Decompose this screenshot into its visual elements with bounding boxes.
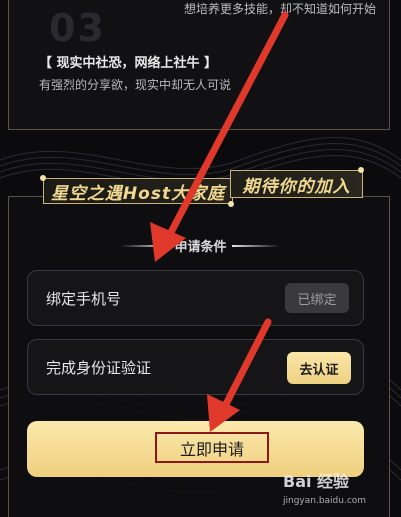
condition-label: 绑定手机号 — [46, 290, 122, 308]
watermark-text: Bai 经验 — [283, 472, 350, 491]
verify-button[interactable]: 去认证 — [287, 352, 351, 384]
feature-card: 03 想培养更多技能，却不知道如何开始 【 现实中社恐，网络上社牛 】 有强烈的… — [8, 0, 390, 130]
card-heading: 【 现实中社恐，网络上社牛 】 — [39, 56, 218, 71]
banner-sparkle-icon — [40, 175, 46, 181]
app-page: 03 想培养更多技能，却不知道如何开始 【 现实中社恐，网络上社牛 】 有强烈的… — [0, 0, 401, 517]
condition-row-phone: 绑定手机号 已绑定 — [27, 270, 364, 326]
banner-sparkle-icon — [358, 167, 364, 173]
watermark-sub: jingyan.baidu.com — [283, 496, 367, 506]
banner-left: 星空之遇Host大家庭 — [43, 178, 233, 204]
section-title: 申请条件 — [174, 240, 227, 255]
condition-row-id: 完成身份证验证 去认证 — [27, 339, 364, 395]
card-number: 03 — [49, 6, 106, 50]
bound-button: 已绑定 — [285, 283, 349, 313]
apply-button-label[interactable]: 立即申请 — [155, 432, 269, 463]
condition-label: 完成身份证验证 — [46, 359, 152, 377]
banner-sparkle-icon — [228, 201, 234, 207]
banner-right: 期待你的加入 — [230, 170, 363, 198]
card-top-line: 想培养更多技能，却不知道如何开始 — [184, 2, 377, 16]
baidu-watermark: Bai 经验 jingyan.baidu.com — [283, 468, 398, 514]
card-subtext: 有强烈的分享欲，现实中却无人可说 — [39, 78, 232, 92]
section-divider-right — [232, 245, 280, 247]
